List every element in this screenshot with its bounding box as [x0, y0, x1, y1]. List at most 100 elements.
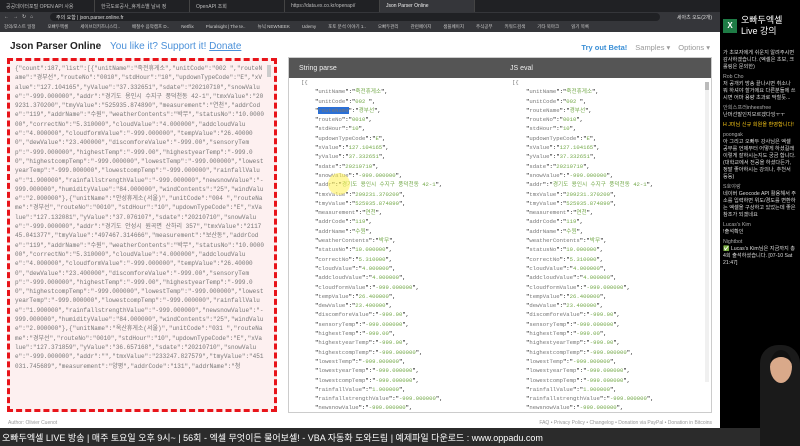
- tree-row[interactable]: "weatherContents":"박무",: [301, 236, 500, 245]
- tree-row[interactable]: "rainfallValue":"1.900000",: [301, 385, 500, 394]
- tree-row[interactable]: "lowestTemp":"-999.000000",: [512, 357, 711, 366]
- tree-row[interactable]: "lowestyearTemp":"-999.000000",: [512, 366, 711, 375]
- bookmark-item[interactable]: 샘플페이지: [443, 24, 464, 30]
- tree-row[interactable]: "cloudformValue":"-999.000000",: [512, 283, 711, 292]
- bookmark-item[interactable]: 배철수 음악캠프 D..: [132, 24, 169, 30]
- bookmark-item[interactable]: 오빠두관리: [378, 24, 399, 30]
- bookmark-item[interactable]: 읽기 목록: [571, 24, 589, 30]
- bookmark-item[interactable]: 관련페이지: [411, 24, 432, 30]
- tree-row[interactable]: "xValue":"127.104165",: [301, 143, 500, 152]
- bookmark-item[interactable]: 세이브더키즈니스티..: [80, 24, 120, 30]
- tree-row[interactable]: "routeName":"경부선",: [512, 106, 711, 115]
- tree-row[interactable]: "sdate":"20210710",: [301, 162, 500, 171]
- tree-row[interactable]: "routeName":"경부선",: [301, 106, 500, 115]
- donate-link[interactable]: Donate: [209, 41, 241, 52]
- tree-row[interactable]: "stdHour":"10",: [301, 124, 500, 133]
- tree-row[interactable]: "sensoryTemp":"-999.000000",: [512, 320, 711, 329]
- tree-row[interactable]: "tmyValue":"525935.874890",: [301, 199, 500, 208]
- tree-row[interactable]: "unitName":"죽전휴게소",: [301, 87, 500, 96]
- tree-row[interactable]: "lowestTemp":"-999.000000",: [301, 357, 500, 366]
- tree-row[interactable]: "discomforeValue":"-999.00",: [301, 310, 500, 319]
- tree-row[interactable]: "rainfallstrengthValue":"-999.000000",: [301, 394, 500, 403]
- browser-tab[interactable]: 한국도로공사_휴게소별 날씨 정: [95, 0, 190, 12]
- tree-row[interactable]: "routeNo":"0010",: [512, 115, 711, 124]
- tree-row[interactable]: "correctNo":"5.310000",: [512, 255, 711, 264]
- url-input[interactable]: 주의 요함 | json.parser.online.fr: [50, 13, 660, 21]
- footer-link[interactable]: Changelog: [590, 420, 614, 426]
- footer-link[interactable]: Donation in Bitcoins: [668, 420, 712, 426]
- scrollbar[interactable]: [267, 65, 271, 77]
- tree-row[interactable]: "measurement":"연천",: [301, 208, 500, 217]
- js-eval-tree[interactable]: [{"unitName":"죽전휴게소", "unitCode":"002 ", "…: [500, 78, 711, 412]
- bookmark-item[interactable]: 오빠두엑셀: [47, 24, 68, 30]
- tree-row[interactable]: "stdHour":"10",: [512, 124, 711, 133]
- browser-tab[interactable]: 공공데이터포털 OPEN API 사용: [0, 0, 95, 12]
- tree-row[interactable]: "highestcompTemp":"-999.000000",: [512, 348, 711, 357]
- tree-row[interactable]: "newsnowValue":"-999.000000",: [512, 403, 711, 412]
- tree-row[interactable]: "addr":"경기도 용인시 수지구 풍덕천동 42-1",: [512, 180, 711, 189]
- tree-row[interactable]: "newsnowValue":"-999.000000",: [301, 403, 500, 412]
- tree-row[interactable]: "addrCode":"119",: [301, 217, 500, 226]
- tree-row[interactable]: "addcloudValue":"4.000000",: [301, 273, 500, 282]
- tree-row[interactable]: "unitCode":"002 ",: [512, 97, 711, 106]
- tree-row[interactable]: "cloudValue":"4.000000",: [301, 264, 500, 273]
- bookmark-item[interactable]: 주식공부: [476, 24, 493, 30]
- bookmark-item[interactable]: 강의/포스트 일정: [4, 24, 35, 30]
- tree-row[interactable]: "statusNo":"10.000000",: [301, 245, 500, 254]
- bookmark-item[interactable]: 키워드검색: [505, 24, 526, 30]
- tree-row[interactable]: "rainfallstrengthValue":"-999.000000",: [512, 394, 711, 403]
- tree-row[interactable]: "tmxValue":"209231.370200",: [512, 190, 711, 199]
- bookmark-item[interactable]: Netflix: [181, 24, 194, 30]
- tree-row[interactable]: "lowestcompTemp":"-999.000000",: [512, 376, 711, 385]
- tree-row[interactable]: "addrName":"수원",: [301, 227, 500, 236]
- tree-row[interactable]: "highestcompTemp":"-999.000000",: [301, 348, 500, 357]
- scrollbar[interactable]: [705, 82, 709, 382]
- profile-button[interactable]: 세아츠 오도(2개): [660, 14, 720, 21]
- tree-row[interactable]: "dewValue":"23.400000",: [512, 301, 711, 310]
- tree-row[interactable]: "sensoryTemp":"-999.000000",: [301, 320, 500, 329]
- samples-dropdown[interactable]: Samples ▾: [635, 43, 670, 52]
- tree-row[interactable]: "routeNo":"0010",: [301, 115, 500, 124]
- tree-row[interactable]: "highestyearTemp":"-999.00",: [301, 338, 500, 347]
- tree-row[interactable]: "lowestcompTemp":"-999.000000",: [301, 376, 500, 385]
- json-input-textarea[interactable]: {"count":187,"list":[{"unitName":"죽전휴게소"…: [7, 58, 277, 412]
- tree-row[interactable]: "yValue":"37.332651",: [512, 152, 711, 161]
- footer-link[interactable]: Donation via PayPal: [618, 420, 663, 426]
- bookmark-item[interactable]: Udemy: [302, 24, 316, 30]
- tree-row[interactable]: "xValue":"127.104165",: [512, 143, 711, 152]
- tree-row[interactable]: "updownTypeCode":"E",: [512, 134, 711, 143]
- tree-row[interactable]: "lowestyearTemp":"-999.000000",: [301, 366, 500, 375]
- tree-row[interactable]: "measurement":"연천",: [512, 208, 711, 217]
- security-warning[interactable]: 주의 요함: [56, 15, 76, 21]
- tree-row[interactable]: "statusNo":"10.000000",: [512, 245, 711, 254]
- tree-row[interactable]: "dewValue":"23.400000",: [301, 301, 500, 310]
- tree-row[interactable]: "cloudformValue":"-999.000000",: [301, 283, 500, 292]
- string-parse-tree[interactable]: [{"unitName":"죽전휴게소", "unitCode":"002 ", "…: [289, 78, 500, 412]
- tree-row[interactable]: "rainfallValue":"1.900000",: [512, 385, 711, 394]
- tree-row[interactable]: "discomforeValue":"-999.00",: [512, 310, 711, 319]
- bookmark-item[interactable]: 기타 북마크: [537, 24, 559, 30]
- tree-row[interactable]: "unitName":"죽전휴게소",: [512, 87, 711, 96]
- bookmark-item[interactable]: 뉴닉 NEWNEEK: [258, 24, 290, 30]
- bookmark-item[interactable]: 포토 분석 이야기 1..: [328, 24, 366, 30]
- tree-row[interactable]: "highestyearTemp":"-999.00",: [512, 338, 711, 347]
- tree-row[interactable]: "weatherContents":"박무",: [512, 236, 711, 245]
- tree-row[interactable]: "snowValue":"-999.000000",: [512, 171, 711, 180]
- tree-row[interactable]: "addcloudValue":"4.000000",: [512, 273, 711, 282]
- tree-row[interactable]: "cloudValue":"4.000000",: [512, 264, 711, 273]
- tree-row[interactable]: "tempValue":"26.400000",: [512, 292, 711, 301]
- browser-tab[interactable]: https://data.ex.co.kr/openapi/: [285, 0, 380, 12]
- tree-row[interactable]: "updownTypeCode":"E",: [301, 134, 500, 143]
- tree-row[interactable]: "tempValue":"26.400000",: [301, 292, 500, 301]
- tree-row[interactable]: "highestTemp":"-999.00",: [301, 329, 500, 338]
- bookmark-item[interactable]: Pluralsight | The te..: [206, 24, 246, 30]
- tree-row[interactable]: "correctNo":"5.310000",: [301, 255, 500, 264]
- tree-row[interactable]: "tmyValue":"525935.874890",: [512, 199, 711, 208]
- footer-link[interactable]: Privacy Policy: [554, 420, 585, 426]
- try-beta-link[interactable]: Try out Beta!: [581, 43, 627, 52]
- browser-tab-active[interactable]: Json Parser Online: [380, 0, 475, 12]
- tree-row[interactable]: "yValue":"37.332651",: [301, 152, 500, 161]
- nav-buttons-icon[interactable]: ←→↻⌂: [0, 14, 50, 20]
- tree-row[interactable]: "highestTemp":"-999.00",: [512, 329, 711, 338]
- browser-tab[interactable]: OpenAPI 조회: [190, 0, 285, 12]
